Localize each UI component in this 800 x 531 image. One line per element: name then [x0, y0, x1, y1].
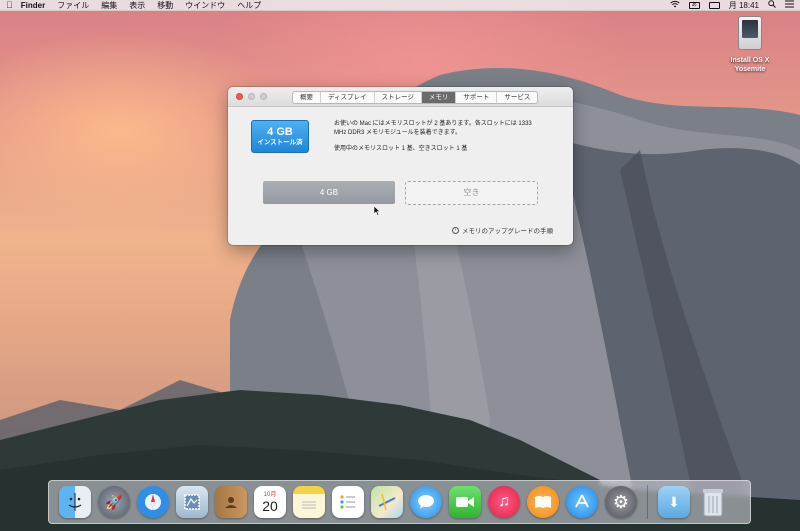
tab-displays[interactable]: ディスプレイ [321, 92, 375, 103]
status-area: あ 月 18:41 [670, 0, 794, 11]
help-icon: › [452, 226, 459, 234]
stamp-icon [184, 494, 200, 510]
compass-icon [151, 494, 155, 510]
dock-app-store[interactable] [566, 486, 598, 518]
dock-mail[interactable] [176, 486, 208, 518]
battery-icon[interactable] [708, 1, 720, 9]
desktop-icon-label: Install OS X Yosemite [730, 57, 770, 73]
wifi-icon[interactable] [670, 0, 680, 11]
dock-calendar[interactable]: 10月 20 [254, 486, 286, 518]
menu-app-name[interactable]: Finder [21, 1, 45, 10]
book-icon [535, 496, 551, 508]
notes-icon [302, 501, 316, 509]
dock-maps[interactable] [371, 486, 403, 518]
memory-description: お使いの Mac にはメモリスロットが 2 基あります。各スロットには 1333… [334, 120, 534, 154]
map-icon [378, 493, 396, 511]
memory-description-slots: お使いの Mac にはメモリスロットが 2 基あります。各スロットには 1333… [334, 121, 532, 136]
dock-reminders[interactable] [332, 486, 364, 518]
dock-system-preferences[interactable]: ⚙ [605, 486, 637, 518]
dock-itunes[interactable]: ♫ [488, 486, 520, 518]
contact-card-icon [225, 497, 237, 508]
zoom-button[interactable] [260, 93, 267, 100]
tab-overview[interactable]: 概要 [293, 92, 321, 103]
finder-icon [68, 493, 82, 511]
tab-support[interactable]: サポート [456, 92, 498, 103]
dock-trash[interactable] [697, 486, 729, 518]
tab-bar: 概要 ディスプレイ ストレージ メモリ サポート サービス [292, 91, 539, 104]
menu-file[interactable]: ファイル [57, 0, 89, 11]
window-controls [236, 93, 267, 100]
clock[interactable]: 月 18:41 [729, 0, 759, 11]
memory-size: 4 GB [267, 126, 293, 138]
tab-service[interactable]: サービス [497, 92, 537, 103]
memory-slot-2: 空き [405, 181, 538, 205]
input-source-icon[interactable]: あ [688, 1, 700, 9]
disk-image-icon [738, 16, 762, 50]
speech-bubble-icon [418, 495, 434, 509]
calendar-date: 20 [262, 497, 278, 514]
memory-description-usage: 使用中のメモリスロット 1 基、空きスロット 1 基 [334, 146, 468, 152]
memory-upgrade-label: メモリのアップグレードの手順 [462, 228, 553, 235]
app-store-icon [575, 494, 589, 508]
menu-bar:  Finder ファイル 編集 表示 移動 ウインドウ ヘルプ あ 月 18:… [0, 0, 800, 11]
dock-ibooks[interactable] [527, 486, 559, 518]
desktop-icon-install-osx[interactable]: Install OS X Yosemite [722, 16, 778, 74]
menu-go[interactable]: 移動 [157, 0, 173, 11]
menu-edit[interactable]: 編集 [101, 0, 117, 11]
dock-safari[interactable] [137, 486, 169, 518]
dock-launchpad[interactable]: 🚀 [98, 486, 130, 518]
dock-downloads[interactable]: ⬇ [658, 486, 690, 518]
memory-status: インストール済 [257, 139, 303, 146]
rocket-icon: 🚀 [105, 493, 123, 510]
dock-separator [647, 485, 648, 519]
spotlight-icon[interactable] [768, 0, 776, 11]
window-titlebar[interactable]: 概要 ディスプレイ ストレージ メモリ サポート サービス [228, 87, 573, 107]
tab-storage[interactable]: ストレージ [375, 92, 422, 103]
dock: 🚀 10月 20 ♫ ⚙ ⬇ [48, 480, 751, 524]
close-button[interactable] [236, 93, 243, 100]
dock-messages[interactable] [410, 486, 442, 518]
menu-window[interactable]: ウインドウ [185, 0, 225, 11]
apple-icon[interactable]:  [6, 0, 13, 10]
reminders-icon [340, 495, 355, 509]
desktop-wallpaper [0, 0, 800, 531]
dock-notes[interactable] [293, 486, 325, 518]
gear-icon: ⚙ [612, 491, 630, 512]
tab-memory[interactable]: メモリ [421, 92, 457, 103]
memory-upgrade-link[interactable]: › メモリのアップグレードの手順 [452, 225, 553, 235]
dock-contacts[interactable] [215, 486, 247, 518]
video-camera-icon [456, 497, 474, 507]
memory-installed-badge: 4 GB インストール済 [251, 120, 309, 153]
trash-icon [703, 489, 723, 517]
download-arrow-icon: ⬇ [668, 493, 680, 510]
dock-finder[interactable] [59, 486, 91, 518]
mouse-pointer-icon [373, 206, 381, 216]
menu-view[interactable]: 表示 [129, 0, 145, 11]
about-this-mac-window: 概要 ディスプレイ ストレージ メモリ サポート サービス 4 GB インストー… [228, 87, 573, 245]
dock-facetime[interactable] [449, 486, 481, 518]
notification-center-icon[interactable] [785, 0, 794, 11]
menu-help[interactable]: ヘルプ [237, 0, 261, 11]
music-note-icon: ♫ [498, 493, 510, 510]
memory-slot-1: 4 GB [263, 181, 395, 204]
minimize-button[interactable] [248, 93, 255, 100]
